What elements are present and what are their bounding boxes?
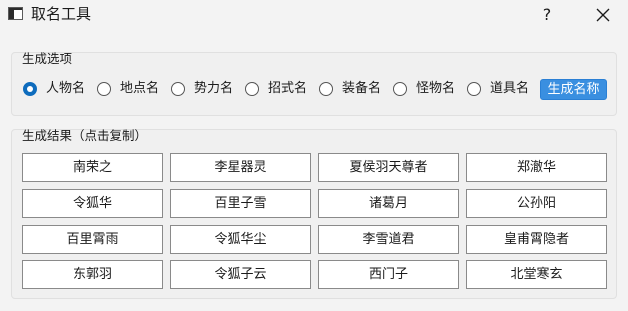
radio-indicator[interactable]: [393, 82, 407, 96]
radio-character-name[interactable]: 人物名: [23, 80, 85, 98]
radio-indicator[interactable]: [319, 82, 333, 96]
radio-faction-name[interactable]: 势力名: [171, 80, 233, 98]
window-title: 取名工具: [31, 5, 92, 23]
app-window: 取名工具 ? 生成选项 人物名 地点名 势力名 招式名 装备名 怪物名 道具名 …: [0, 0, 628, 311]
window-icon: [8, 7, 23, 20]
name-result-button[interactable]: 皇甫霄隐者: [466, 225, 607, 254]
name-result-button[interactable]: 百里子雪: [170, 189, 311, 218]
name-result-button[interactable]: 令狐华尘: [170, 225, 311, 254]
name-result-button[interactable]: 李星器灵: [170, 153, 311, 182]
close-icon: [596, 8, 610, 22]
radio-indicator[interactable]: [245, 82, 259, 96]
radio-equipment-name[interactable]: 装备名: [319, 80, 381, 98]
results-group-label: 生成结果（点击复制）: [22, 128, 148, 143]
radio-indicator[interactable]: [23, 82, 37, 96]
radio-indicator[interactable]: [97, 82, 111, 96]
radio-label: 势力名: [194, 81, 234, 96]
radio-label: 怪物名: [416, 81, 456, 96]
radio-label: 地点名: [120, 81, 160, 96]
name-result-button[interactable]: 东郭羽: [22, 260, 163, 289]
name-result-button[interactable]: 诸葛月: [318, 189, 459, 218]
name-result-button[interactable]: 李雪道君: [318, 225, 459, 254]
radio-move-name[interactable]: 招式名: [245, 80, 307, 98]
radio-label: 人物名: [46, 81, 86, 96]
name-result-button[interactable]: 令狐华: [22, 189, 163, 218]
title-bar[interactable]: 取名工具 ?: [0, 0, 628, 30]
name-result-button[interactable]: 夏侯羽天尊者: [318, 153, 459, 182]
options-group-label: 生成选项: [22, 51, 73, 66]
radio-monster-name[interactable]: 怪物名: [393, 80, 455, 98]
radio-indicator[interactable]: [467, 82, 481, 96]
radio-item-name[interactable]: 道具名: [467, 80, 529, 98]
radio-label: 道具名: [490, 81, 530, 96]
name-result-button[interactable]: 南荣之: [22, 153, 163, 182]
radio-label: 招式名: [268, 81, 308, 96]
name-result-button[interactable]: 令狐子云: [170, 260, 311, 289]
radio-indicator[interactable]: [171, 82, 185, 96]
close-button[interactable]: [588, 0, 618, 30]
name-result-button[interactable]: 西门子: [318, 260, 459, 289]
name-result-button[interactable]: 北堂寒玄: [466, 260, 607, 289]
help-button[interactable]: ?: [534, 0, 560, 30]
radio-label: 装备名: [342, 81, 382, 96]
generate-button[interactable]: 生成名称: [540, 79, 607, 100]
name-result-button[interactable]: 郑澈华: [466, 153, 607, 182]
radio-place-name[interactable]: 地点名: [97, 80, 159, 98]
name-result-button[interactable]: 百里霄雨: [22, 225, 163, 254]
name-result-button[interactable]: 公孙阳: [466, 189, 607, 218]
